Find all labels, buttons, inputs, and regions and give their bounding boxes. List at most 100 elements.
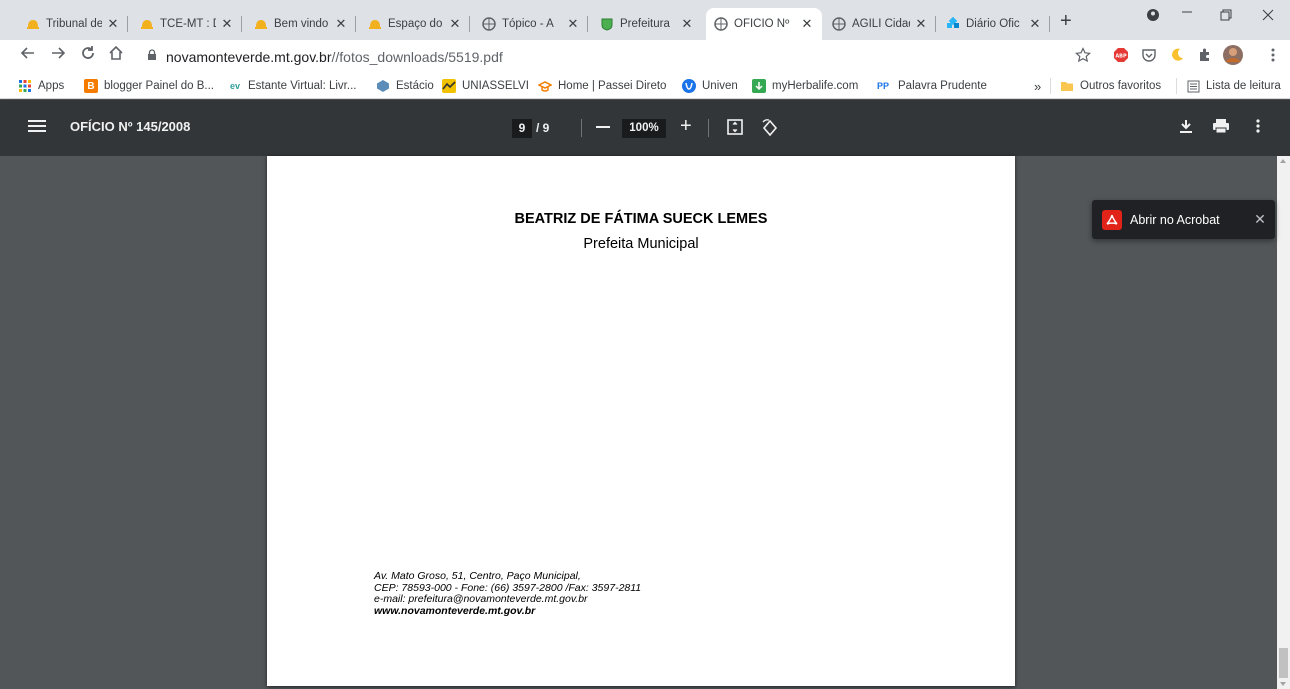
bookmark-label: Home | Passei Direto bbox=[558, 80, 667, 92]
browser-menu-icon[interactable] bbox=[1264, 46, 1282, 64]
tab-title: Espaço do bbox=[388, 18, 443, 30]
pdf-title: OFÍCIO Nº 145/2008 bbox=[70, 119, 191, 134]
back-icon[interactable] bbox=[20, 45, 36, 66]
acrobat-icon bbox=[1102, 209, 1122, 230]
tab-title: Tópico - A bbox=[502, 18, 554, 30]
folder-icon bbox=[1060, 79, 1074, 93]
avatar[interactable] bbox=[1222, 44, 1244, 66]
zoom-level-input[interactable]: 100% bbox=[622, 119, 666, 138]
tab-title: Diário Ofic bbox=[966, 18, 1020, 30]
reload-icon[interactable] bbox=[80, 45, 96, 66]
tab-title: ÁGILI Cidad bbox=[852, 18, 910, 30]
bookmark-uniasselvi[interactable]: UNIASSELVI bbox=[442, 77, 529, 95]
restore-icon[interactable] bbox=[1220, 8, 1232, 25]
tab-tribunal[interactable]: Tribunal de ✕ bbox=[18, 8, 128, 40]
ev-icon: ev bbox=[229, 81, 240, 91]
close-popup-icon[interactable]: ✕ bbox=[1253, 211, 1267, 228]
close-tab-icon[interactable]: ✕ bbox=[680, 16, 694, 32]
open-in-acrobat-popup[interactable]: Abrir no Acrobat ✕ bbox=[1092, 200, 1275, 239]
open-in-acrobat-label[interactable]: Abrir no Acrobat bbox=[1130, 213, 1253, 227]
new-tab-button[interactable]: + bbox=[1060, 10, 1072, 33]
pdf-toolbar: OFÍCIO Nº 145/2008 9 / 9 100% + bbox=[0, 100, 1290, 156]
bookmark-palavra-prudente[interactable]: PP Palavra Prudente bbox=[874, 77, 987, 95]
scroll-thumb[interactable] bbox=[1279, 648, 1288, 678]
bookmark-passei-direto[interactable]: Home | Passei Direto bbox=[538, 77, 666, 95]
rotate-icon[interactable] bbox=[760, 118, 780, 138]
pdf-menu-icon[interactable] bbox=[28, 117, 46, 135]
close-tab-icon[interactable]: ✕ bbox=[1028, 16, 1042, 32]
print-icon[interactable] bbox=[1212, 118, 1232, 138]
download-icon[interactable] bbox=[1178, 118, 1198, 138]
passei-direto-icon bbox=[538, 79, 552, 93]
close-tab-icon[interactable]: ✕ bbox=[566, 16, 580, 32]
adblock-icon[interactable]: ABP bbox=[1112, 46, 1130, 64]
close-tab-icon[interactable]: ✕ bbox=[914, 16, 928, 32]
tab-title: TCE-MT : D bbox=[160, 18, 216, 30]
bookmark-label: myHerbalife.com bbox=[772, 80, 859, 92]
vertical-scrollbar[interactable] bbox=[1277, 156, 1290, 689]
bookmark-apps[interactable]: Apps bbox=[18, 77, 64, 95]
bookmark-herbalife[interactable]: myHerbalife.com bbox=[752, 77, 858, 95]
fit-page-icon[interactable] bbox=[726, 118, 746, 138]
bookmark-label: Outros favoritos bbox=[1080, 80, 1162, 92]
footer-website: www.novamonteverde.mt.gov.br bbox=[374, 604, 536, 617]
pocket-icon[interactable] bbox=[1140, 46, 1158, 64]
lock-icon[interactable] bbox=[146, 49, 158, 64]
tab-bem-vindo[interactable]: Bem vindo ✕ bbox=[246, 8, 356, 40]
scroll-up-arrow[interactable] bbox=[1280, 159, 1286, 163]
bookmark-label: Palavra Prudente bbox=[898, 80, 987, 92]
tab-topico[interactable]: Tópico - A ✕ bbox=[474, 8, 588, 40]
reading-list-button[interactable]: Lista de leitura bbox=[1186, 77, 1281, 95]
close-tab-icon[interactable]: ✕ bbox=[800, 16, 814, 32]
bookmark-label: blogger Painel do B... bbox=[104, 80, 214, 92]
tab-agili[interactable]: ÁGILI Cidad ✕ bbox=[824, 8, 936, 40]
crest-icon bbox=[600, 17, 614, 31]
url-path: //fotos_downloads/5519.pdf bbox=[331, 48, 503, 65]
globe-icon bbox=[714, 17, 728, 31]
close-window-icon[interactable] bbox=[1262, 8, 1274, 25]
helmet-icon bbox=[140, 17, 154, 31]
diamond-icon bbox=[946, 17, 960, 31]
tab-title: Bem vindo bbox=[274, 18, 329, 30]
scroll-down-arrow[interactable] bbox=[1280, 682, 1286, 686]
moon-icon[interactable] bbox=[1168, 46, 1186, 64]
address-bar[interactable]: novamonteverde.mt.gov.br//fotos_download… bbox=[140, 43, 1090, 70]
blogger-icon: B bbox=[84, 79, 98, 93]
reading-list-icon bbox=[1186, 79, 1200, 93]
pdf-more-icon[interactable] bbox=[1256, 118, 1276, 138]
zoom-in-button[interactable]: + bbox=[680, 115, 692, 138]
tab-espaco[interactable]: Espaço do ✕ bbox=[360, 8, 470, 40]
page-number-input[interactable]: 9 bbox=[512, 119, 532, 138]
bookmark-folder-outros[interactable]: Outros favoritos bbox=[1060, 77, 1161, 95]
bookmarks-overflow-button[interactable]: » bbox=[1034, 77, 1041, 95]
footer-email: e-mail: prefeitura@novamonteverde.mt.gov… bbox=[374, 593, 588, 605]
zoom-out-button[interactable] bbox=[596, 126, 610, 128]
url-text: novamonteverde.mt.gov.br//fotos_download… bbox=[166, 49, 503, 65]
tab-prefeitura[interactable]: Prefeitura ✕ bbox=[592, 8, 702, 40]
bookmark-blogger[interactable]: B blogger Painel do B... bbox=[84, 77, 214, 95]
tab-oficio[interactable]: OFÍCIO Nº ✕ bbox=[706, 8, 822, 40]
bookmark-estante-virtual[interactable]: ev Estante Virtual: Livr... bbox=[228, 77, 356, 95]
footer-address: Av. Mato Groso, 51, Centro, Paço Municip… bbox=[374, 570, 581, 582]
helmet-icon bbox=[26, 17, 40, 31]
minimize-icon[interactable] bbox=[1180, 4, 1194, 22]
tab-tce-mt[interactable]: TCE-MT : D ✕ bbox=[132, 8, 242, 40]
profile-icon[interactable] bbox=[1146, 8, 1160, 26]
helmet-icon bbox=[368, 17, 382, 31]
close-tab-icon[interactable]: ✕ bbox=[106, 16, 120, 32]
globe-icon bbox=[482, 17, 496, 31]
forward-icon[interactable] bbox=[50, 45, 66, 66]
close-tab-icon[interactable]: ✕ bbox=[220, 16, 234, 32]
close-tab-icon[interactable]: ✕ bbox=[334, 16, 348, 32]
tab-diario[interactable]: Diário Ofic ✕ bbox=[938, 8, 1050, 40]
close-tab-icon[interactable]: ✕ bbox=[448, 16, 462, 32]
home-icon[interactable] bbox=[108, 45, 124, 66]
tab-title: Tribunal de bbox=[46, 18, 102, 30]
extensions-icon[interactable] bbox=[1196, 46, 1214, 64]
bookmark-label: UNIASSELVI bbox=[462, 80, 529, 92]
bookmark-estacio[interactable]: Estácio bbox=[376, 77, 434, 95]
bookmark-label: Apps bbox=[38, 80, 65, 92]
bookmark-univen[interactable]: Univen bbox=[682, 77, 738, 95]
estacio-icon bbox=[376, 79, 390, 93]
bookmark-star-icon[interactable] bbox=[1074, 46, 1092, 64]
